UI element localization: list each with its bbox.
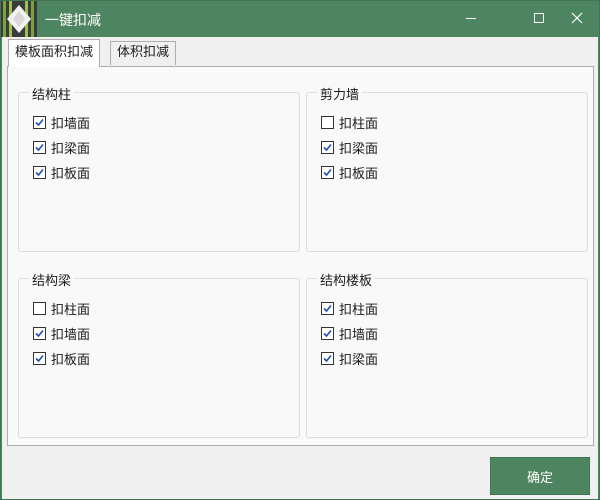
checkbox[interactable] <box>321 301 334 315</box>
group-title: 结构梁 <box>29 270 75 289</box>
checkbox[interactable] <box>321 326 334 340</box>
checkmark-icon <box>35 168 44 176</box>
checkbox-label: 扣墙面 <box>339 327 379 343</box>
checkbox[interactable] <box>33 165 46 179</box>
checkmark-icon <box>35 354 44 362</box>
tab-page-formwork-area: 结构柱 扣墙面 扣梁面 扣板面 剪力墙 扣柱面 扣梁面 扣板面 结构梁 扣柱面 … <box>7 66 594 446</box>
app-logo-icon <box>1 1 37 37</box>
dialog-client-area: 模板面积扣减 体积扣减 结构柱 扣墙面 扣梁面 扣板面 剪力墙 扣柱面 扣梁面 … <box>2 37 598 499</box>
group-structural-slab: 结构楼板 扣柱面 扣墙面 扣梁面 <box>306 270 588 438</box>
dialog-window: 一键扣减 模板面积扣减 体积扣减 结构柱 扣墙面 扣梁面 扣板面 剪力墙 扣柱面… <box>0 0 600 500</box>
checkmark-icon <box>35 329 44 337</box>
group-title: 结构楼板 <box>317 270 376 289</box>
checkbox[interactable] <box>321 165 334 179</box>
group-shear-wall: 剪力墙 扣柱面 扣梁面 扣板面 <box>306 84 588 252</box>
checkbox-row[interactable]: 扣板面 <box>321 163 379 182</box>
checkmark-icon <box>323 143 332 151</box>
tab-label: 模板面积扣减 <box>15 45 94 60</box>
checkmark-icon <box>323 329 332 337</box>
checkbox-label: 扣板面 <box>51 352 91 368</box>
checkbox-label: 扣柱面 <box>339 116 379 132</box>
minimize-button[interactable] <box>451 1 491 35</box>
minimize-icon <box>466 18 476 19</box>
checkbox-label: 扣墙面 <box>51 327 91 343</box>
maximize-icon <box>534 13 544 23</box>
checkbox-row[interactable]: 扣墙面 <box>321 324 379 343</box>
checkmark-icon <box>35 143 44 151</box>
checkbox-label: 扣梁面 <box>51 141 91 157</box>
close-button[interactable] <box>557 1 597 35</box>
checkbox-label: 扣梁面 <box>339 352 379 368</box>
checkbox[interactable] <box>33 140 46 154</box>
checkmark-icon <box>323 354 332 362</box>
group-title: 剪力墙 <box>317 84 363 103</box>
window-title: 一键扣减 <box>45 13 101 29</box>
checkbox-row[interactable]: 扣板面 <box>33 349 91 368</box>
tab-label: 体积扣减 <box>117 45 170 60</box>
checkbox-label: 扣梁面 <box>339 141 379 157</box>
group-structural-column: 结构柱 扣墙面 扣梁面 扣板面 <box>18 84 300 252</box>
checkmark-icon <box>323 168 332 176</box>
title-bar[interactable]: 一键扣减 <box>1 1 599 37</box>
ok-button-label: 确定 <box>526 470 553 486</box>
checkbox-row[interactable]: 扣柱面 <box>321 113 379 132</box>
tab-formwork-area-deduction[interactable]: 模板面积扣减 <box>8 39 101 67</box>
group-title: 结构柱 <box>29 84 75 103</box>
checkmark-icon <box>323 304 332 312</box>
checkmark-icon <box>35 118 44 126</box>
checkbox[interactable] <box>33 301 46 315</box>
tab-volume-deduction[interactable]: 体积扣减 <box>110 41 177 65</box>
checkbox-row[interactable]: 扣柱面 <box>33 299 91 318</box>
checkbox-row[interactable]: 扣梁面 <box>321 138 379 157</box>
checkbox[interactable] <box>321 115 334 129</box>
checkbox-label: 扣板面 <box>339 166 379 182</box>
checkbox-label: 扣柱面 <box>339 302 379 318</box>
checkbox[interactable] <box>33 351 46 365</box>
checkbox-row[interactable]: 扣墙面 <box>33 113 91 132</box>
checkbox[interactable] <box>33 115 46 129</box>
checkbox[interactable] <box>33 326 46 340</box>
group-structural-beam: 结构梁 扣柱面 扣墙面 扣板面 <box>18 270 300 438</box>
checkbox-row[interactable]: 扣墙面 <box>33 324 91 343</box>
checkbox[interactable] <box>321 140 334 154</box>
checkbox-label: 扣柱面 <box>51 302 91 318</box>
ok-button[interactable]: 确定 <box>490 457 590 495</box>
checkbox-row[interactable]: 扣柱面 <box>321 299 379 318</box>
checkbox-row[interactable]: 扣梁面 <box>321 349 379 368</box>
checkbox-label: 扣板面 <box>51 166 91 182</box>
close-icon <box>571 12 583 24</box>
checkbox[interactable] <box>321 351 334 365</box>
checkbox-label: 扣墙面 <box>51 116 91 132</box>
checkbox-row[interactable]: 扣板面 <box>33 163 91 182</box>
maximize-button[interactable] <box>519 1 559 35</box>
checkbox-row[interactable]: 扣梁面 <box>33 138 91 157</box>
